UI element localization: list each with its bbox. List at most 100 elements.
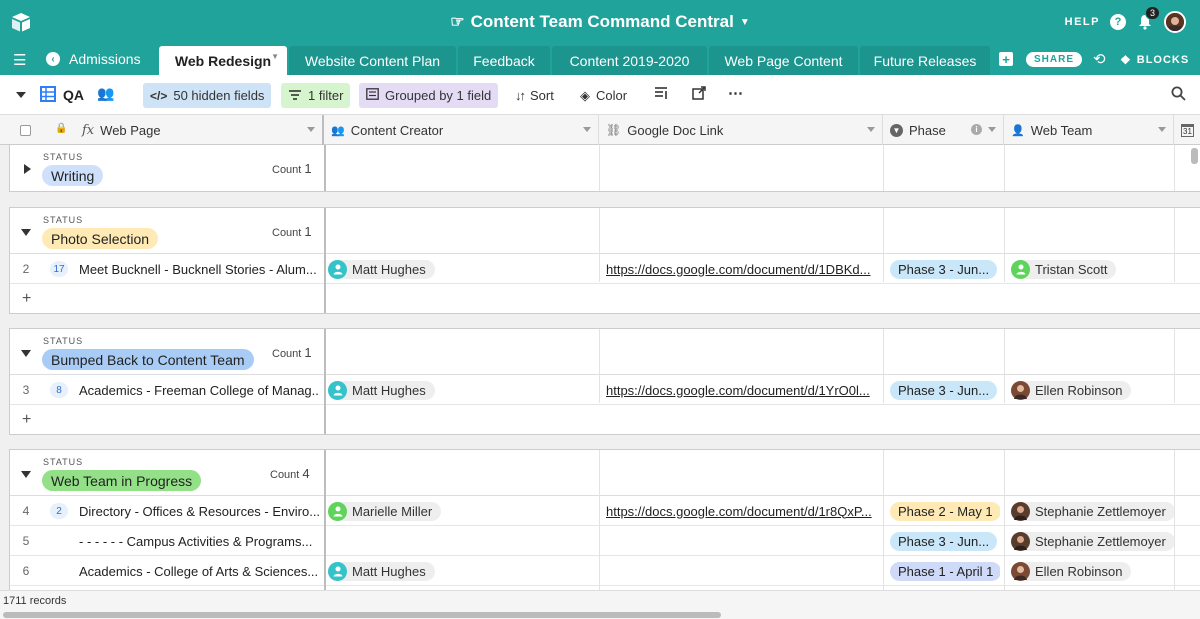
table-row[interactable]: 2 17 Meet Bucknell - Bucknell Stories - … bbox=[10, 254, 1200, 284]
table-row[interactable]: 6 Academics - College of Arts & Sciences… bbox=[10, 556, 1200, 586]
tab-chevron-icon[interactable]: ▼ bbox=[271, 52, 279, 61]
color-button[interactable]: ◈ Color bbox=[573, 83, 634, 108]
view-switcher-caret-icon[interactable] bbox=[16, 92, 26, 98]
grid-view-icon[interactable] bbox=[40, 86, 56, 105]
web-team-cell[interactable]: Ellen Robinson bbox=[1011, 556, 1176, 586]
group-button[interactable]: Grouped by 1 field bbox=[359, 83, 499, 108]
web-page-cell[interactable]: Academics - Freeman College of Manag... bbox=[79, 375, 319, 405]
group-header[interactable]: STATUS Bumped Back to Content Team Count… bbox=[10, 329, 1200, 375]
google-doc-link[interactable]: https://docs.google.com/document/d/1r8Qx… bbox=[606, 496, 878, 526]
share-view-icon[interactable] bbox=[692, 86, 706, 103]
web-team-cell[interactable]: Tristan Scott bbox=[1011, 254, 1176, 284]
web-page-cell[interactable]: Meet Bucknell - Bucknell Stories - Alum.… bbox=[79, 254, 319, 284]
column-header-google-doc-link[interactable]: ⛓ Google Doc Link bbox=[599, 115, 883, 145]
info-icon[interactable]: i bbox=[971, 124, 982, 135]
group-bumped-back: STATUS Bumped Back to Content Team Count… bbox=[9, 328, 1200, 435]
user-avatar[interactable] bbox=[1164, 11, 1186, 33]
user-photo-icon bbox=[1011, 380, 1030, 400]
tab-future-releases[interactable]: Future Releases bbox=[860, 46, 990, 75]
group-header[interactable]: STATUS Writing Count 1 bbox=[10, 145, 1200, 191]
sort-button[interactable]: ↓↑ Sort bbox=[508, 83, 561, 108]
tab-website-content-plan[interactable]: Website Content Plan bbox=[289, 46, 456, 75]
web-page-cell[interactable]: Directory - Offices & Resources - Enviro… bbox=[79, 496, 319, 526]
add-row-button[interactable]: + bbox=[10, 284, 1200, 314]
column-menu-caret-icon[interactable] bbox=[988, 127, 996, 132]
hamburger-menu-icon[interactable]: ☰ bbox=[13, 51, 26, 69]
user-chip: Stephanie Zettlemoyer bbox=[1011, 531, 1175, 551]
tab-web-redesign[interactable]: Web Redesign ▼ bbox=[159, 46, 287, 75]
history-icon[interactable]: ⟲ bbox=[1093, 50, 1106, 68]
vertical-scrollbar[interactable] bbox=[1191, 148, 1198, 164]
collapse-group-icon[interactable] bbox=[21, 229, 31, 236]
add-table-icon[interactable]: + bbox=[999, 52, 1013, 67]
nav-label[interactable]: Admissions bbox=[69, 51, 141, 67]
column-header-web-team[interactable]: 👤 Web Team bbox=[1004, 115, 1174, 145]
web-page-cell[interactable]: Academics - College of Arts & Sciences..… bbox=[79, 556, 319, 586]
phase-cell[interactable]: Phase 3 - Jun... bbox=[890, 526, 1000, 556]
horizontal-scrollbar[interactable] bbox=[3, 612, 721, 618]
column-menu-caret-icon[interactable] bbox=[307, 127, 315, 132]
collapse-group-icon[interactable] bbox=[21, 471, 31, 478]
collaborators-icon[interactable]: 👥 bbox=[97, 85, 114, 102]
more-options-icon[interactable]: ⋯ bbox=[728, 84, 743, 102]
column-menu-caret-icon[interactable] bbox=[583, 127, 591, 132]
table-row[interactable]: 3 8 Academics - Freeman College of Manag… bbox=[10, 375, 1200, 405]
calendar-field-icon: 31 bbox=[1181, 123, 1194, 137]
row-number: 6 bbox=[22, 564, 30, 578]
column-header-content-creator[interactable]: 👥 Content Creator bbox=[324, 115, 599, 145]
group-header[interactable]: STATUS Photo Selection Count 1 bbox=[10, 208, 1200, 254]
content-creator-cell[interactable]: Matt Hughes bbox=[328, 556, 598, 586]
help-icon[interactable]: ? bbox=[1110, 14, 1126, 30]
web-team-cell[interactable]: Stephanie Zettlemoyer bbox=[1011, 526, 1176, 556]
content-creator-cell[interactable]: Matt Hughes bbox=[328, 254, 598, 284]
web-team-cell[interactable]: Ellen Robinson bbox=[1011, 375, 1176, 405]
phase-cell[interactable]: Phase 3 - Jun... bbox=[890, 375, 1000, 405]
table-row[interactable]: 5 - - - - - - Campus Activities & Progra… bbox=[10, 526, 1200, 556]
share-button[interactable]: SHARE bbox=[1026, 52, 1083, 67]
search-icon[interactable] bbox=[1171, 86, 1186, 104]
help-link[interactable]: HELP bbox=[1065, 16, 1100, 28]
filter-button[interactable]: 1 filter bbox=[281, 83, 351, 108]
hidden-fields-button[interactable]: </> 50 hidden fields bbox=[143, 83, 272, 108]
back-arrow-icon[interactable]: ‹ bbox=[46, 52, 60, 66]
add-row-button[interactable]: + bbox=[10, 405, 1200, 435]
content-creator-cell[interactable]: Matt Hughes bbox=[328, 375, 598, 405]
google-doc-link[interactable]: https://docs.google.com/document/d/1YrO0… bbox=[606, 375, 878, 405]
column-divider bbox=[1004, 450, 1005, 590]
google-doc-link[interactable]: https://docs.google.com/document/d/1DBKd… bbox=[606, 254, 878, 284]
phase-cell[interactable]: Phase 2 - May 1 bbox=[890, 496, 1000, 526]
phase-pill: Phase 3 - Jun... bbox=[890, 259, 998, 279]
web-page-cell[interactable]: - - - - - - Campus Activities & Programs… bbox=[79, 526, 319, 556]
group-header[interactable]: STATUS Web Team in Progress Count 4 bbox=[10, 450, 1200, 496]
filter-icon bbox=[288, 88, 302, 103]
select-all-checkbox[interactable] bbox=[20, 125, 31, 136]
table-row[interactable]: 4 2 Directory - Offices & Resources - En… bbox=[10, 496, 1200, 526]
phase-cell[interactable]: Phase 3 - Jun... bbox=[890, 254, 1000, 284]
tab-web-page-content[interactable]: Web Page Content bbox=[709, 46, 858, 75]
comment-count-badge[interactable]: 8 bbox=[50, 382, 68, 398]
comment-count-badge[interactable]: 17 bbox=[50, 261, 68, 277]
column-menu-caret-icon[interactable] bbox=[1158, 127, 1166, 132]
content-creator-cell[interactable]: Marielle Miller bbox=[328, 496, 598, 526]
collapse-group-icon[interactable] bbox=[21, 350, 31, 357]
comment-count-badge[interactable]: 2 bbox=[50, 503, 68, 519]
user-name: Matt Hughes bbox=[352, 261, 426, 277]
tab-feedback[interactable]: Feedback bbox=[458, 46, 550, 75]
user-name: Ellen Robinson bbox=[1035, 382, 1123, 398]
view-name[interactable]: QA bbox=[63, 87, 84, 103]
web-team-cell[interactable]: Stephanie Zettlemoyer bbox=[1011, 496, 1176, 526]
phase-pill: Phase 3 - Jun... bbox=[890, 531, 998, 551]
base-title[interactable]: ☞ Content Team Command Central ▼ bbox=[0, 0, 1200, 44]
phase-cell[interactable]: Phase 1 - April 1 bbox=[890, 556, 1000, 586]
bell-icon[interactable]: 3 bbox=[1136, 6, 1160, 31]
tab-content-2019-2020[interactable]: Content 2019-2020 bbox=[552, 46, 707, 75]
blocks-button[interactable]: ❖ BLOCKS bbox=[1120, 53, 1189, 67]
expand-group-icon[interactable] bbox=[24, 164, 31, 174]
column-header-date[interactable]: 31 bbox=[1174, 115, 1200, 145]
column-divider bbox=[1174, 208, 1175, 282]
row-height-icon[interactable] bbox=[654, 86, 668, 103]
user-name: Tristan Scott bbox=[1035, 261, 1108, 277]
column-header-phase[interactable]: ▼ Phase i bbox=[883, 115, 1004, 145]
column-menu-caret-icon[interactable] bbox=[867, 127, 875, 132]
column-header-web-page[interactable]: fx Web Page bbox=[75, 115, 324, 145]
